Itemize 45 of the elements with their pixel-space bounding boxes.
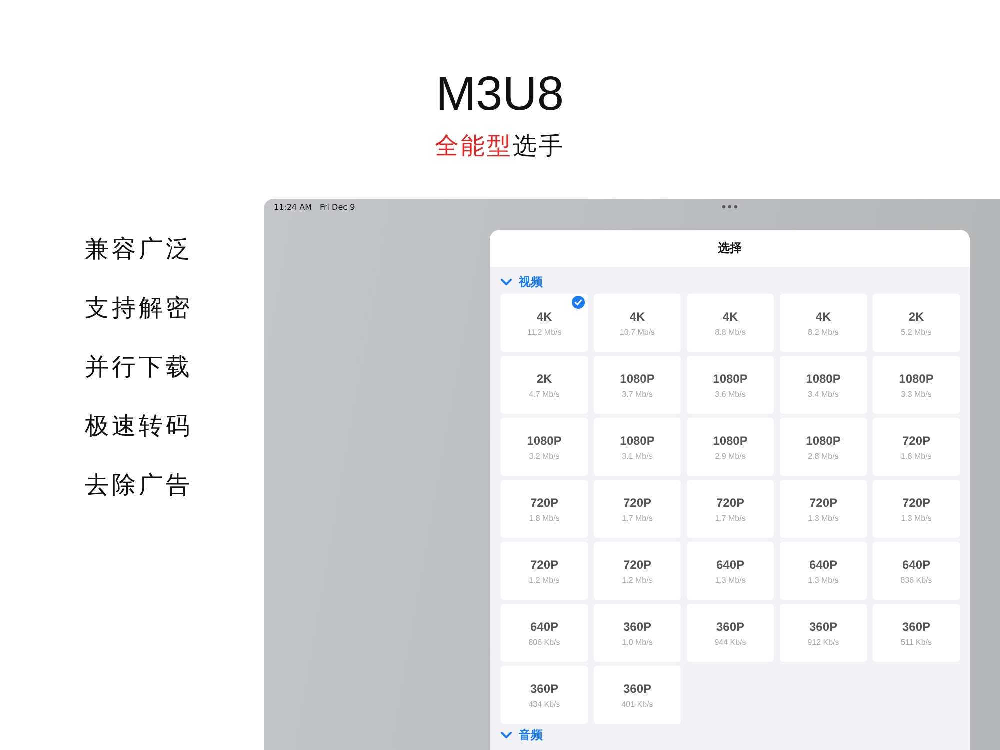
feature-text: 支持解密: [85, 294, 193, 324]
quality-option[interactable]: 1080P 3.6 Mb/s: [687, 356, 774, 414]
quality-option[interactable]: 1080P 3.4 Mb/s: [780, 356, 867, 414]
quality-option[interactable]: 360P 912 Kb/s: [780, 604, 867, 662]
quality-option[interactable]: 2K 4.7 Mb/s: [501, 356, 588, 414]
quality-option[interactable]: 640P 836 Kb/s: [873, 542, 960, 600]
quality-option[interactable]: 1080P 2.8 Mb/s: [780, 418, 867, 476]
feature-text: 兼容广泛: [85, 236, 193, 265]
quality-option[interactable]: 720P 1.2 Mb/s: [594, 542, 681, 600]
quality-option[interactable]: 360P 511 Kb/s: [873, 604, 960, 662]
quality-option[interactable]: 720P 1.3 Mb/s: [873, 480, 960, 538]
quality-option[interactable]: 720P 1.3 Mb/s: [780, 480, 867, 538]
quality-option[interactable]: 1080P 3.7 Mb/s: [594, 356, 681, 414]
quality-option[interactable]: 720P 1.7 Mb/s: [594, 480, 681, 538]
quality-option[interactable]: 4K 8.2 Mb/s: [780, 294, 867, 352]
feature-text: 极速转码: [85, 413, 193, 442]
quality-option[interactable]: 1080P 3.3 Mb/s: [873, 356, 960, 414]
quality-option[interactable]: 640P 1.3 Mb/s: [687, 542, 774, 600]
quality-option[interactable]: 720P 1.8 Mb/s: [501, 480, 588, 538]
quality-option[interactable]: 1080P 2.9 Mb/s: [687, 418, 774, 476]
more-dots-icon[interactable]: [722, 205, 738, 209]
quality-option[interactable]: 720P 1.7 Mb/s: [687, 480, 774, 538]
quality-option[interactable]: 2K 5.2 Mb/s: [873, 294, 960, 352]
quality-option[interactable]: 360P 944 Kb/s: [687, 604, 774, 662]
quality-option[interactable]: 360P 1.0 Mb/s: [594, 604, 681, 662]
section-header[interactable]: 视频: [501, 273, 543, 291]
quality-option[interactable]: 360P 401 Kb/s: [594, 666, 681, 724]
quality-option[interactable]: 640P 806 Kb/s: [501, 604, 588, 662]
quality-option[interactable]: 4K 11.2 Mb/s: [501, 294, 588, 352]
tagline: 全能型选手: [435, 133, 565, 162]
quality-option[interactable]: 1080P 3.1 Mb/s: [594, 418, 681, 476]
sheet-title: 选择: [718, 240, 742, 257]
quality-option[interactable]: 1080P 3.2 Mb/s: [501, 418, 588, 476]
quality-option[interactable]: 360P 434 Kb/s: [501, 666, 588, 724]
quality-option[interactable]: 4K 8.8 Mb/s: [687, 294, 774, 352]
quality-option[interactable]: 720P 1.8 Mb/s: [873, 418, 960, 476]
feature-text: 并行下载: [85, 354, 193, 383]
status-date: Fri Dec 9: [320, 202, 356, 212]
quality-option[interactable]: 640P 1.3 Mb/s: [780, 542, 867, 600]
status-time: 11:24 AM: [274, 202, 312, 212]
section-header[interactable]: 音频: [501, 726, 543, 744]
quality-option[interactable]: 720P 1.2 Mb/s: [501, 542, 588, 600]
feature-text: 去除广告: [85, 472, 193, 501]
quality-option[interactable]: 4K 10.7 Mb/s: [594, 294, 681, 352]
app-title: M3U8: [436, 68, 564, 122]
